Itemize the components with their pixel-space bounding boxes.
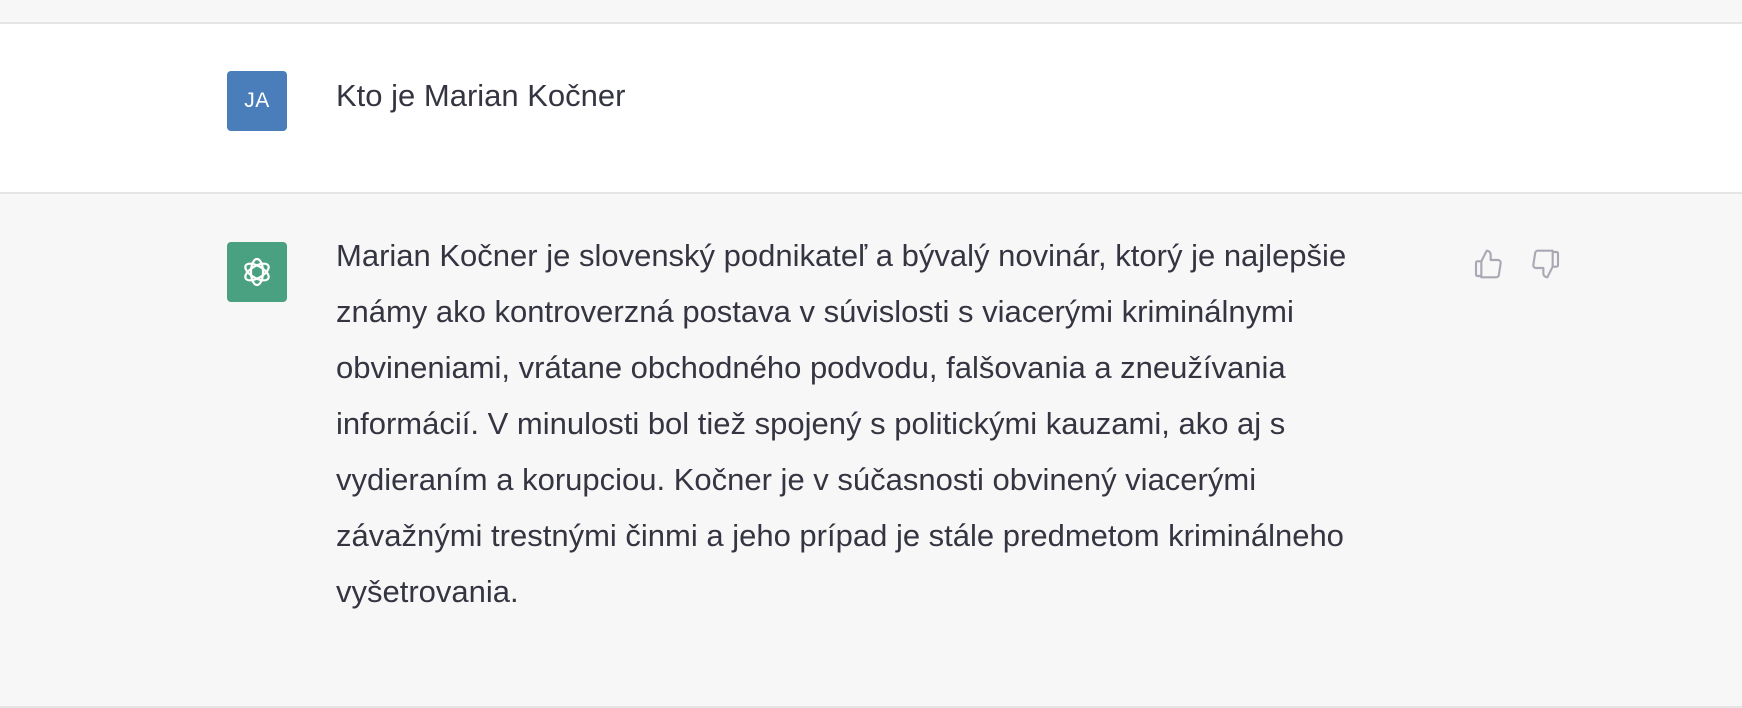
user-message-row: JA Kto je Marian Kočner — [0, 24, 1742, 194]
user-message-text: Kto je Marian Kočner — [336, 78, 626, 113]
thumbs-down-icon[interactable] — [1528, 246, 1564, 282]
openai-logo-icon — [227, 242, 287, 302]
top-divider — [0, 0, 1742, 24]
feedback-buttons — [1470, 246, 1564, 282]
thumbs-up-icon[interactable] — [1470, 246, 1506, 282]
user-avatar: JA — [227, 71, 287, 131]
user-avatar-initials: JA — [244, 89, 270, 112]
assistant-message-row: Marian Kočner je slovenský podnikateľ a … — [0, 194, 1742, 708]
assistant-message-text: Marian Kočner je slovenský podnikateľ a … — [336, 238, 1347, 609]
